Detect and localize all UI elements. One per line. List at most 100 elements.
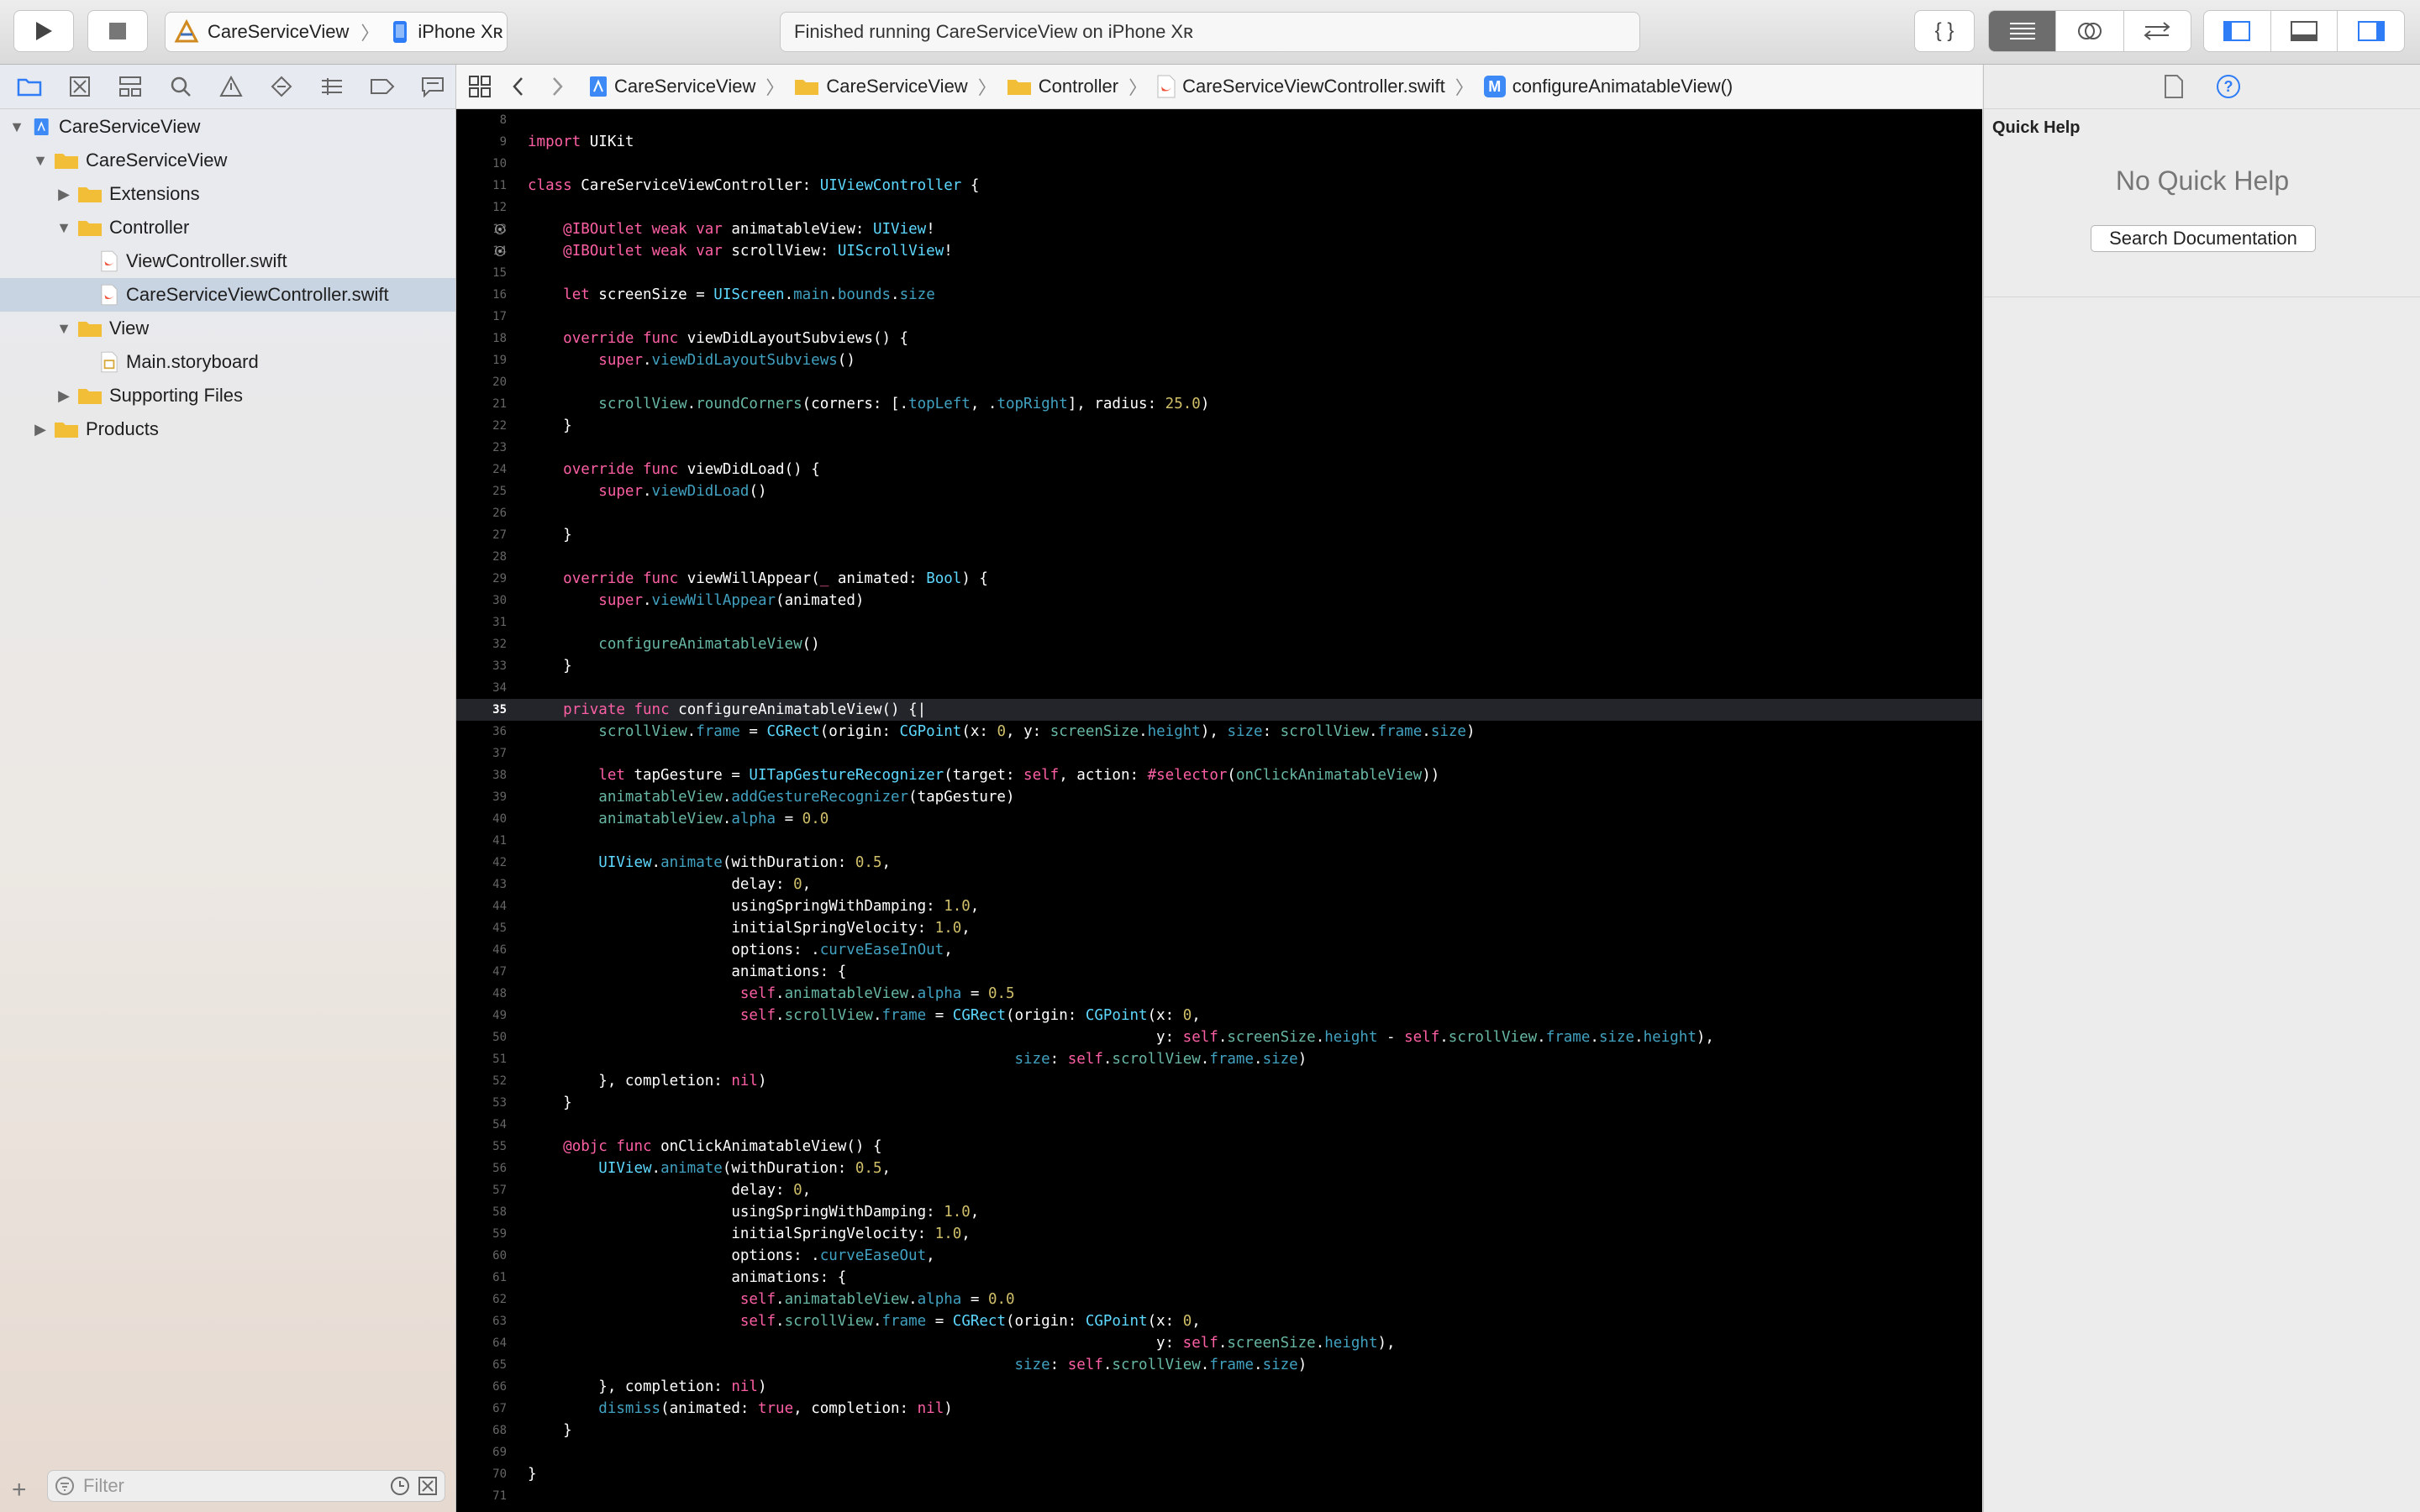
code-line[interactable]: 31 — [456, 612, 1982, 633]
code-line[interactable]: 26 — [456, 502, 1982, 524]
breadcrumb-project[interactable]: CareServiceView — [589, 76, 755, 97]
line-number[interactable]: 48 — [456, 983, 507, 1005]
stop-button[interactable] — [87, 10, 148, 52]
line-number[interactable]: 53 — [456, 1092, 507, 1114]
disclosure-closed-icon[interactable]: ▶ — [30, 419, 50, 439]
code-line[interactable]: 61 animations: { — [456, 1267, 1982, 1289]
disclosure-open-icon[interactable]: ▼ — [30, 150, 50, 171]
toggle-debug-area-button[interactable] — [2271, 11, 2338, 51]
code-line[interactable]: 64 y: self.screenSize.height), — [456, 1332, 1982, 1354]
code-line[interactable]: 40 animatableView.alpha = 0.0 — [456, 808, 1982, 830]
line-number[interactable]: 32 — [456, 633, 507, 655]
code-line[interactable]: 52 }, completion: nil) — [456, 1070, 1982, 1092]
line-number[interactable]: 47 — [456, 961, 507, 983]
line-number[interactable]: 41 — [456, 830, 507, 852]
line-number[interactable]: 43 — [456, 874, 507, 895]
code-line[interactable]: 16 let screenSize = UIScreen.main.bounds… — [456, 284, 1982, 306]
breadcrumb-file[interactable]: CareServiceViewController.swift — [1157, 75, 1445, 98]
version-editor-button[interactable] — [2124, 11, 2191, 51]
line-number[interactable]: 66 — [456, 1376, 507, 1398]
code-line[interactable]: 50 y: self.screenSize.height - self.scro… — [456, 1026, 1982, 1048]
code-line[interactable]: 39 animatableView.addGestureRecognizer(t… — [456, 786, 1982, 808]
symbol-navigator-tab[interactable] — [111, 70, 150, 103]
code-line[interactable]: 57 delay: 0, — [456, 1179, 1982, 1201]
code-line[interactable]: 27 } — [456, 524, 1982, 546]
line-number[interactable]: 40 — [456, 808, 507, 830]
code-line[interactable]: 10 — [456, 153, 1982, 175]
code-line[interactable]: 25 super.viewDidLoad() — [456, 480, 1982, 502]
code-line[interactable]: 56 UIView.animate(withDuration: 0.5, — [456, 1158, 1982, 1179]
code-line[interactable]: 70} — [456, 1463, 1982, 1485]
ibconnection-dot-icon[interactable] — [495, 246, 505, 256]
line-number[interactable]: 44 — [456, 895, 507, 917]
tree-row-project[interactable]: ▼ CareServiceView — [0, 110, 455, 144]
code-line[interactable]: 47 animations: { — [456, 961, 1982, 983]
code-line[interactable]: 9 import UIKit — [456, 131, 1982, 153]
line-number[interactable]: 67 — [456, 1398, 507, 1420]
line-number[interactable]: 33 — [456, 655, 507, 677]
line-number[interactable]: 10 — [456, 153, 507, 175]
code-line[interactable]: 55 @objc func onClickAnimatableView() { — [456, 1136, 1982, 1158]
line-number[interactable]: 8 — [456, 109, 507, 131]
line-number[interactable]: 25 — [456, 480, 507, 502]
line-number[interactable]: 63 — [456, 1310, 507, 1332]
line-number[interactable]: 56 — [456, 1158, 507, 1179]
code-line[interactable]: 36 scrollView.frame = CGRect(origin: CGP… — [456, 721, 1982, 743]
disclosure-open-icon[interactable]: ▼ — [54, 218, 74, 238]
line-number[interactable]: 9 — [456, 131, 507, 153]
code-line[interactable]: 11 class CareServiceViewController: UIVie… — [456, 175, 1982, 197]
code-line[interactable]: 12 — [456, 197, 1982, 218]
tree-row-file-selected[interactable]: CareServiceViewController.swift — [0, 278, 455, 312]
code-line[interactable]: 71 — [456, 1485, 1982, 1507]
search-documentation-button[interactable]: Search Documentation — [2091, 225, 2316, 252]
code-line[interactable]: 45 initialSpringVelocity: 1.0, — [456, 917, 1982, 939]
code-line[interactable]: 60 options: .curveEaseOut, — [456, 1245, 1982, 1267]
code-line[interactable]: 49 self.scrollView.frame = CGRect(origin… — [456, 1005, 1982, 1026]
line-number[interactable]: 52 — [456, 1070, 507, 1092]
library-button[interactable]: { } — [1914, 10, 1975, 52]
line-number[interactable]: 29 — [456, 568, 507, 590]
code-line[interactable]: 68 } — [456, 1420, 1982, 1441]
line-number[interactable]: 61 — [456, 1267, 507, 1289]
code-line[interactable]: 58 usingSpringWithDamping: 1.0, — [456, 1201, 1982, 1223]
code-line[interactable]: 43 delay: 0, — [456, 874, 1982, 895]
line-number[interactable]: 50 — [456, 1026, 507, 1048]
navigator-filter-field[interactable]: Filter — [47, 1470, 445, 1502]
line-number[interactable]: 64 — [456, 1332, 507, 1354]
code-line[interactable]: 59 initialSpringVelocity: 1.0, — [456, 1223, 1982, 1245]
line-number[interactable]: 28 — [456, 546, 507, 568]
line-number[interactable]: 15 — [456, 262, 507, 284]
code-line[interactable]: 14 @IBOutlet weak var scrollView: UIScro… — [456, 240, 1982, 262]
line-number[interactable]: 42 — [456, 852, 507, 874]
line-number[interactable]: 45 — [456, 917, 507, 939]
code-line[interactable]: 24 override func viewDidLoad() { — [456, 459, 1982, 480]
code-line[interactable]: 28 — [456, 546, 1982, 568]
line-number[interactable]: 69 — [456, 1441, 507, 1463]
line-number[interactable]: 22 — [456, 415, 507, 437]
add-file-button[interactable]: + — [12, 1476, 27, 1504]
code-line[interactable]: 17 — [456, 306, 1982, 328]
disclosure-open-icon[interactable]: ▼ — [54, 318, 74, 339]
code-line[interactable]: 63 self.scrollView.frame = CGRect(origin… — [456, 1310, 1982, 1332]
line-number[interactable]: 68 — [456, 1420, 507, 1441]
line-number[interactable]: 39 — [456, 786, 507, 808]
line-number[interactable]: 62 — [456, 1289, 507, 1310]
line-number[interactable]: 34 — [456, 677, 507, 699]
line-number[interactable]: 49 — [456, 1005, 507, 1026]
debug-navigator-tab[interactable] — [313, 70, 351, 103]
line-number[interactable]: 54 — [456, 1114, 507, 1136]
line-number[interactable]: 46 — [456, 939, 507, 961]
line-number[interactable]: 30 — [456, 590, 507, 612]
line-number[interactable]: 27 — [456, 524, 507, 546]
disclosure-closed-icon[interactable]: ▶ — [54, 184, 74, 204]
code-line[interactable]: 53 } — [456, 1092, 1982, 1114]
code-line[interactable]: 44 usingSpringWithDamping: 1.0, — [456, 895, 1982, 917]
line-number[interactable]: 38 — [456, 764, 507, 786]
code-line[interactable]: 8 — [456, 109, 1982, 131]
line-number[interactable]: 21 — [456, 393, 507, 415]
code-line[interactable]: 19 super.viewDidLayoutSubviews() — [456, 349, 1982, 371]
line-number[interactable]: 19 — [456, 349, 507, 371]
disclosure-open-icon[interactable]: ▼ — [7, 117, 27, 137]
standard-editor-button[interactable] — [1989, 11, 2057, 51]
code-line[interactable]: 13 @IBOutlet weak var animatableView: UI… — [456, 218, 1982, 240]
